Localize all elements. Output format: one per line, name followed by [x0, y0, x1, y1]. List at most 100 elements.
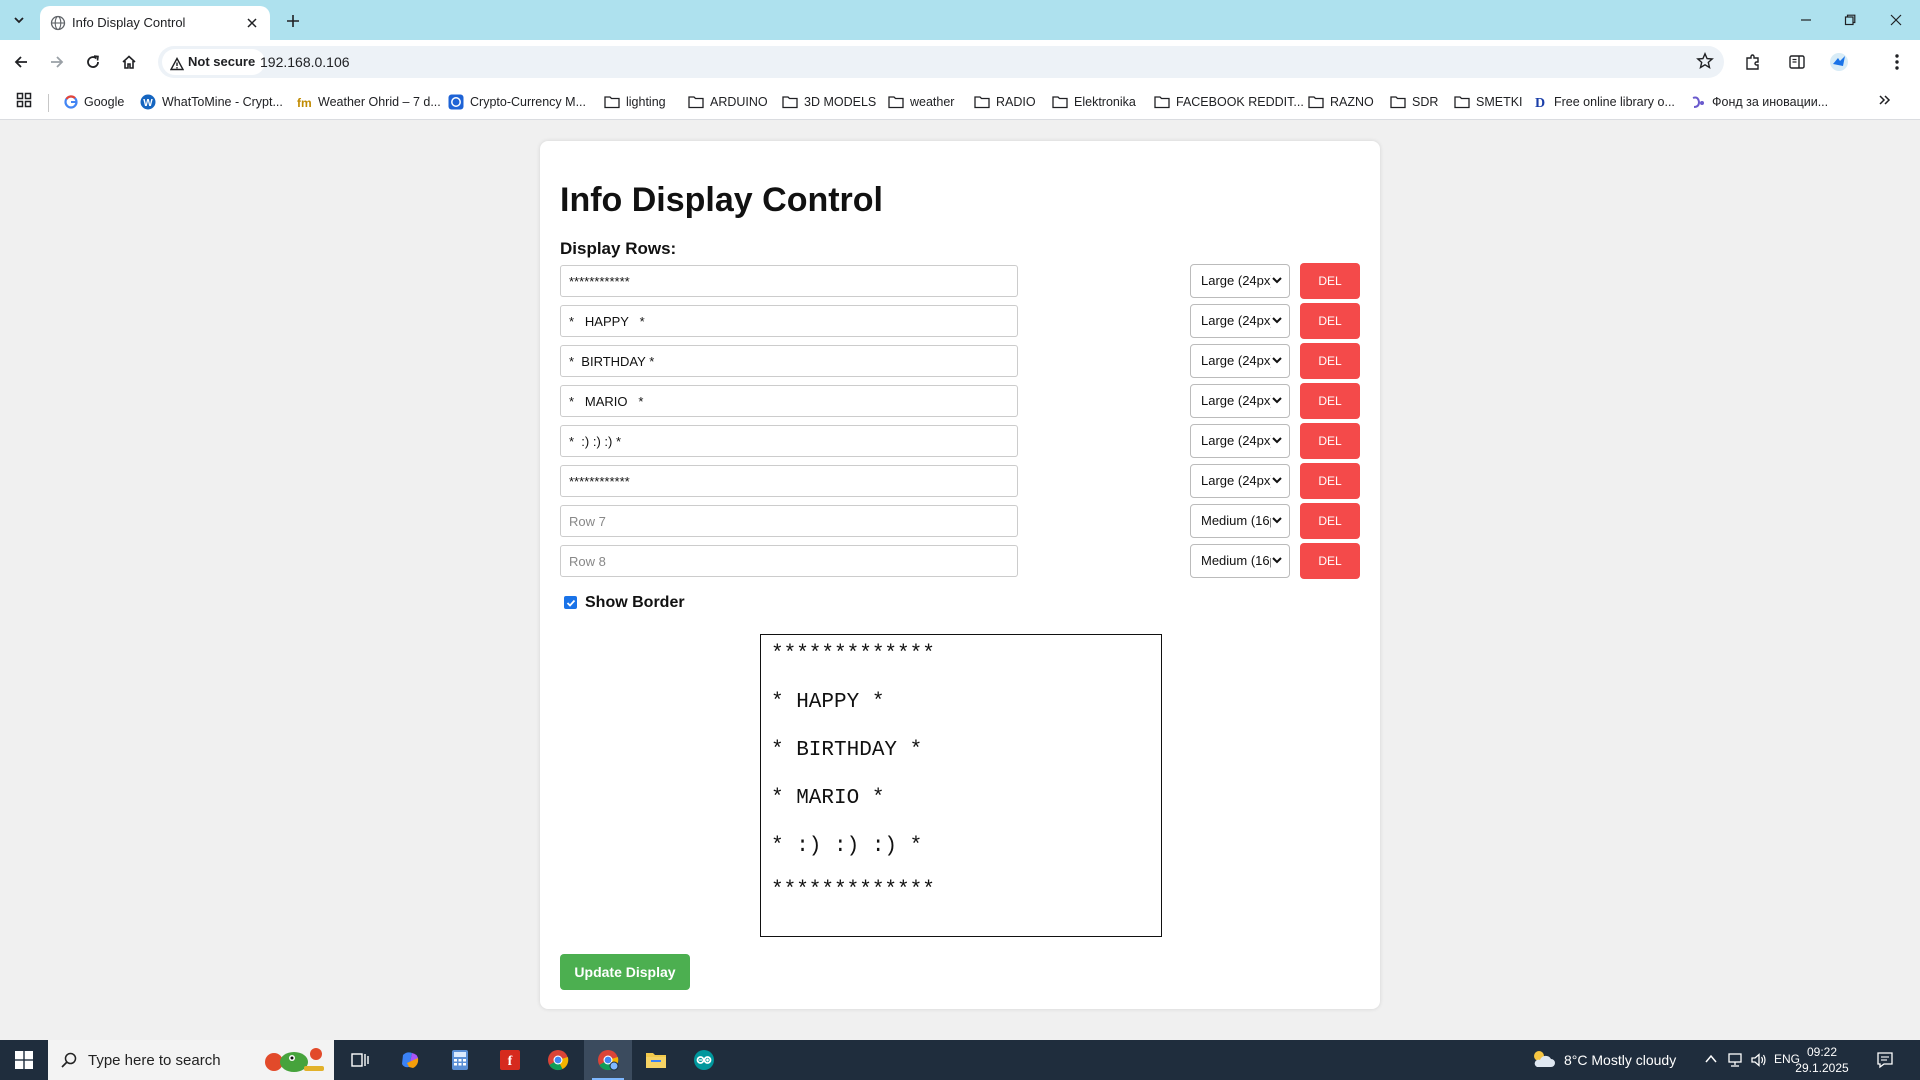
notifications-icon[interactable] [1876, 1051, 1894, 1072]
network-icon[interactable] [1726, 1052, 1744, 1071]
size-select-4[interactable]: Large (24px) [1190, 384, 1290, 418]
windows-start-icon[interactable] [0, 1040, 48, 1080]
row-input-2[interactable] [560, 305, 1018, 337]
crypto-icon [448, 94, 464, 110]
size-select-5[interactable]: Large (24px) [1190, 424, 1290, 458]
delete-row-button-2[interactable]: DEL [1300, 303, 1360, 339]
address-bar[interactable]: Not secure 192.168.0.106 [158, 46, 1724, 78]
bookmark-folder-3d-models[interactable]: 3D MODELS [782, 92, 876, 112]
weather-cloud-icon[interactable] [1530, 1048, 1556, 1073]
home-icon[interactable] [114, 47, 144, 77]
bookmark-star-icon[interactable] [1696, 52, 1714, 73]
bookmark-crypto-currency[interactable]: Crypto-Currency M... [448, 92, 586, 112]
size-select-8[interactable]: Medium (16px) [1190, 544, 1290, 578]
globe-icon [50, 15, 66, 31]
menu-kebab-icon[interactable] [1884, 49, 1910, 75]
chevron-double-right-icon[interactable] [1878, 93, 1892, 110]
preview-line-6: ************* [771, 879, 935, 902]
delete-row-button-6[interactable]: DEL [1300, 463, 1360, 499]
row-input-8[interactable] [560, 545, 1018, 577]
folder-icon [1390, 96, 1406, 109]
chrome-profile-icon[interactable] [584, 1040, 632, 1080]
bookmark-weather-ohrid[interactable]: fm Weather Ohrid – 7 d... [296, 92, 441, 112]
back-icon[interactable] [6, 47, 36, 77]
chevron-down-icon [1272, 437, 1282, 444]
url-text[interactable]: 192.168.0.106 [260, 54, 350, 70]
bookmark-google[interactable]: Google [64, 92, 124, 112]
file-explorer-icon[interactable] [632, 1040, 680, 1080]
display-preview: ************* * HAPPY * * BIRTHDAY * * M… [760, 634, 1162, 937]
calculator-icon[interactable] [436, 1040, 484, 1080]
preview-line-2: * HAPPY * [771, 691, 885, 714]
delete-row-button-8[interactable]: DEL [1300, 543, 1360, 579]
copilot-icon[interactable] [386, 1040, 434, 1080]
delete-row-button-7[interactable]: DEL [1300, 503, 1360, 539]
forward-icon[interactable] [42, 47, 72, 77]
bookmark-folder-weather[interactable]: weather [888, 92, 954, 112]
new-tab-button[interactable] [280, 8, 306, 34]
size-select-2[interactable]: Large (24px) [1190, 304, 1290, 338]
delete-row-button-4[interactable]: DEL [1300, 383, 1360, 419]
preview-line-3: * BIRTHDAY * [771, 739, 923, 762]
extensions-icon[interactable] [1740, 49, 1766, 75]
tab-info-display[interactable]: Info Display Control [40, 6, 270, 40]
tab-search-icon[interactable] [8, 9, 30, 31]
bookmark-folder-radio[interactable]: RADIO [974, 92, 1036, 112]
fund-icon [1692, 96, 1704, 108]
bookmark-folder-razno[interactable]: RAZNO [1308, 92, 1374, 112]
chevron-down-icon [1272, 517, 1282, 524]
apps-grid-icon[interactable] [16, 92, 32, 111]
security-label: Not secure [188, 54, 256, 69]
delete-row-button-5[interactable]: DEL [1300, 423, 1360, 459]
arduino-ide-icon[interactable] [680, 1040, 728, 1080]
bookmark-folder-elektronika[interactable]: Elektronika [1052, 92, 1136, 112]
row-input-6[interactable] [560, 465, 1018, 497]
bookmark-folder-sdr[interactable]: SDR [1390, 92, 1438, 112]
preview-line-4: * MARIO * [771, 787, 885, 810]
show-border-label[interactable]: Show Border [585, 594, 685, 612]
weather-text[interactable]: 8°C Mostly cloudy [1564, 1052, 1676, 1068]
size-select-6[interactable]: Large (24px) [1190, 464, 1290, 498]
bookmark-free-online-library[interactable]: D Free online library o... [1534, 92, 1675, 112]
security-chip[interactable]: Not secure [162, 49, 266, 75]
bookmark-folder-lighting[interactable]: lighting [604, 92, 666, 112]
row-input-7[interactable] [560, 505, 1018, 537]
size-select-1[interactable]: Large (24px) [1190, 264, 1290, 298]
bookmark-folder-facebook-reddit[interactable]: FACEBOOK REDDIT... [1154, 92, 1304, 112]
chrome-icon[interactable] [534, 1040, 582, 1080]
reload-icon[interactable] [78, 47, 108, 77]
tab-title: Info Display Control [72, 15, 186, 30]
restore-icon[interactable] [1828, 4, 1872, 36]
close-icon[interactable] [242, 13, 262, 33]
bookmark-fund-innovations[interactable]: Фонд за иновации... [1690, 92, 1828, 112]
side-panel-icon[interactable] [1784, 49, 1810, 75]
row-input-5[interactable] [560, 425, 1018, 457]
bookmark-whattomine[interactable]: W WhatToMine - Crypt... [140, 92, 283, 112]
row-input-4[interactable] [560, 385, 1018, 417]
system-clock[interactable]: 09:22 29.1.2025 [1792, 1044, 1852, 1076]
preview-line-1: ************* [771, 643, 935, 666]
bookmark-folder-arduino[interactable]: ARDUINO [688, 92, 768, 112]
checkmark-icon [566, 599, 575, 607]
foxit-reader-icon[interactable]: f [486, 1040, 534, 1080]
minimize-icon[interactable] [1784, 4, 1828, 36]
delete-row-button-3[interactable]: DEL [1300, 343, 1360, 379]
tab-strip: Info Display Control [0, 0, 1920, 40]
size-select-7[interactable]: Medium (16px) [1190, 504, 1290, 538]
chevron-up-icon[interactable] [1704, 1053, 1718, 1068]
update-display-button[interactable]: Update Display [560, 954, 690, 990]
row-input-3[interactable] [560, 345, 1018, 377]
bookmark-folder-smetki[interactable]: SMETKI [1454, 92, 1523, 112]
show-border-checkbox[interactable] [564, 596, 577, 609]
profile-icon[interactable] [1826, 49, 1852, 75]
chevron-down-icon [1272, 397, 1282, 404]
delete-row-button-1[interactable]: DEL [1300, 263, 1360, 299]
row-input-1[interactable] [560, 265, 1018, 297]
window-close-icon[interactable] [1874, 4, 1918, 36]
taskbar-search[interactable]: Type here to search [48, 1040, 334, 1080]
svg-text:D: D [1535, 96, 1545, 110]
size-select-3[interactable]: Large (24px) [1190, 344, 1290, 378]
bookmarks-divider [48, 94, 49, 112]
volume-icon[interactable] [1750, 1052, 1768, 1071]
task-view-icon[interactable] [336, 1040, 384, 1080]
